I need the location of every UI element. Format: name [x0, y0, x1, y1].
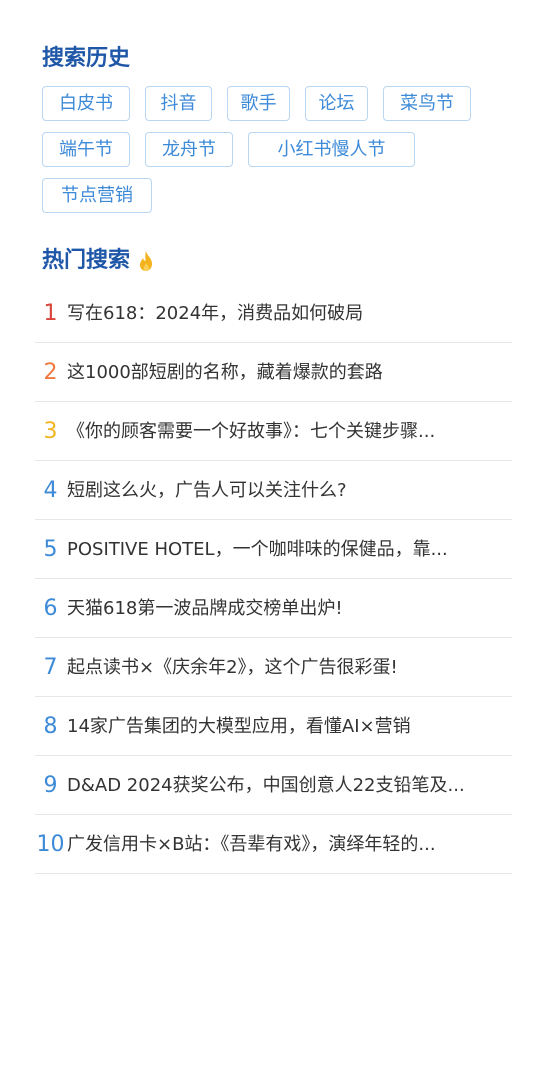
hot-search-item[interactable]: 7 起点读书×《庆余年2》，这个广告很彩蛋!: [35, 638, 512, 697]
search-history-tags: 白皮书 抖音 歌手 论坛 菜鸟节 端午节 龙舟节 小红书慢人节 节点营销: [42, 86, 502, 224]
hot-search-text[interactable]: 广发信用卡×B站：《吾辈有戏》，演绎年轻的...: [67, 815, 436, 874]
search-history-title: 搜索历史: [42, 44, 130, 74]
rank-number: 9: [43, 772, 58, 798]
hot-search-title: 热门搜索: [42, 246, 156, 276]
rank-number: 8: [43, 713, 58, 739]
hot-search-item[interactable]: 3 《你的顾客需要一个好故事》：七个关键步骤...: [35, 402, 512, 461]
rank-number: 10: [36, 831, 65, 857]
history-tag[interactable]: 论坛: [305, 86, 368, 121]
hot-search-item[interactable]: 10 广发信用卡×B站：《吾辈有戏》，演绎年轻的...: [35, 815, 512, 874]
tag-row: 端午节 龙舟节 小红书慢人节: [42, 132, 502, 167]
history-tag[interactable]: 端午节: [42, 132, 130, 167]
hot-search-text[interactable]: 天猫618第一波品牌成交榜单出炉!: [67, 579, 343, 638]
history-tag[interactable]: 歌手: [227, 86, 290, 121]
rank-number: 4: [43, 477, 58, 503]
hot-search-item[interactable]: 8 14家广告集团的大模型应用，看懂AI×营销: [35, 697, 512, 756]
hot-search-text[interactable]: 写在618：2024年，消费品如何破局: [67, 284, 363, 343]
hot-search-text[interactable]: 14家广告集团的大模型应用，看懂AI×营销: [67, 697, 411, 756]
hot-search-item[interactable]: 4 短剧这么火，广告人可以关注什么?: [35, 461, 512, 520]
rank-number: 5: [43, 536, 58, 562]
hot-search-text[interactable]: D&AD 2024获奖公布，中国创意人22支铅笔及...: [67, 756, 465, 815]
hot-search-item[interactable]: 5 POSITIVE HOTEL，一个咖啡味的保健品，靠...: [35, 520, 512, 579]
hot-search-text[interactable]: POSITIVE HOTEL，一个咖啡味的保健品，靠...: [67, 520, 448, 579]
hot-search-title-text: 热门搜索: [42, 248, 131, 273]
hot-search-item[interactable]: 6 天猫618第一波品牌成交榜单出炉!: [35, 579, 512, 638]
rank-number: 3: [43, 418, 58, 444]
history-tag[interactable]: 龙舟节: [145, 132, 233, 167]
hot-search-item[interactable]: 1 写在618：2024年，消费品如何破局: [35, 284, 512, 343]
hot-search-text[interactable]: 起点读书×《庆余年2》，这个广告很彩蛋!: [67, 638, 398, 697]
tag-row: 白皮书 抖音 歌手 论坛 菜鸟节: [42, 86, 502, 121]
hot-search-item[interactable]: 9 D&AD 2024获奖公布，中国创意人22支铅笔及...: [35, 756, 512, 815]
rank-number: 6: [43, 595, 58, 621]
history-tag[interactable]: 小红书慢人节: [248, 132, 415, 167]
history-tag[interactable]: 菜鸟节: [383, 86, 471, 121]
hot-search-item[interactable]: 2 这1000部短剧的名称，藏着爆款的套路: [35, 343, 512, 402]
rank-number: 7: [43, 654, 58, 680]
history-tag[interactable]: 白皮书: [42, 86, 130, 121]
hot-search-text[interactable]: 这1000部短剧的名称，藏着爆款的套路: [67, 343, 383, 402]
search-history-title-text: 搜索历史: [42, 46, 131, 71]
flame-icon: [136, 249, 156, 273]
hot-search-list: 1 写在618：2024年，消费品如何破局 2 这1000部短剧的名称，藏着爆款…: [35, 284, 512, 874]
tag-row: 节点营销: [42, 178, 502, 213]
hot-search-text[interactable]: 《你的顾客需要一个好故事》：七个关键步骤...: [67, 402, 435, 461]
rank-number: 2: [43, 359, 58, 385]
history-tag[interactable]: 抖音: [145, 86, 212, 121]
hot-search-text[interactable]: 短剧这么火，广告人可以关注什么?: [67, 461, 347, 520]
history-tag[interactable]: 节点营销: [42, 178, 152, 213]
search-page: 搜索历史 白皮书 抖音 歌手 论坛 菜鸟节 端午节 龙舟节 小红书慢人节 节点营…: [0, 0, 540, 1080]
rank-number: 1: [43, 300, 58, 326]
